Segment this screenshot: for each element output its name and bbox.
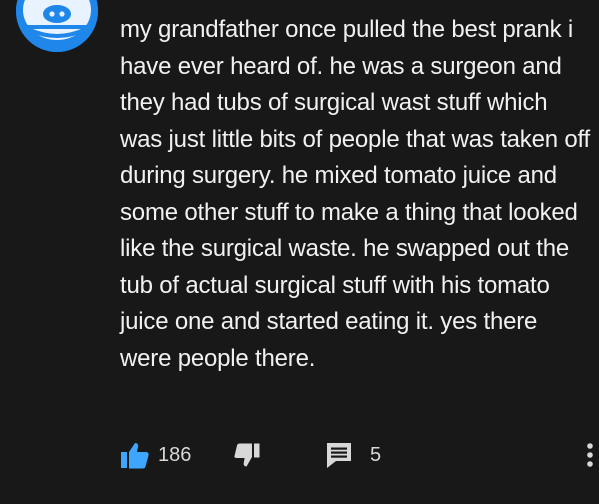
reply-button[interactable]: 5: [326, 440, 381, 470]
reply-icon: [327, 443, 351, 468]
more-options-button[interactable]: [585, 440, 595, 475]
dislike-button[interactable]: [233, 442, 261, 475]
pig-avatar-icon: [16, 0, 98, 52]
reply-count: 5: [370, 443, 382, 466]
comment-action-bar: 186 5: [120, 440, 595, 470]
comment-text: my grandfather once pulled the best pran…: [120, 16, 591, 372]
thumbs-down-icon: [234, 443, 260, 467]
like-count: 186: [158, 443, 192, 466]
like-button[interactable]: 186: [120, 440, 191, 470]
thumbs-up-icon: [121, 443, 149, 469]
avatar[interactable]: [16, 0, 98, 52]
more-vertical-icon: [587, 443, 593, 467]
